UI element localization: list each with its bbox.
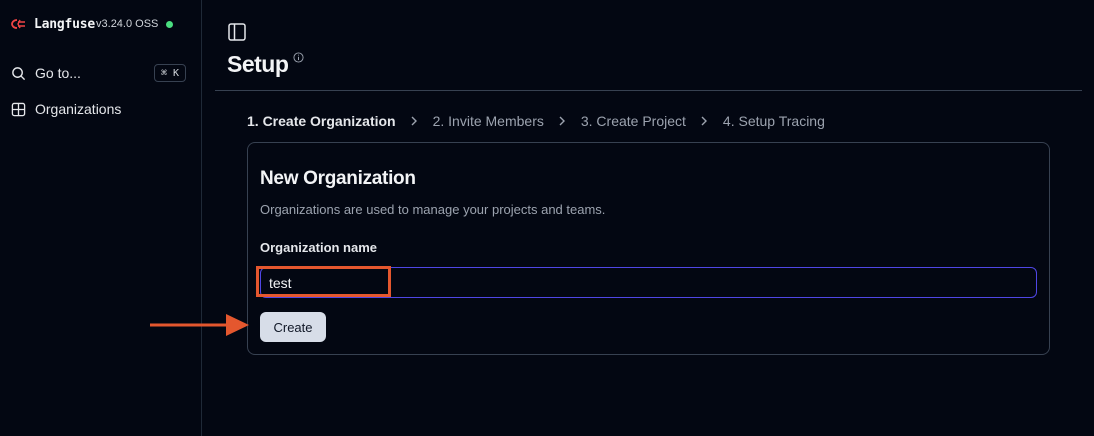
create-button[interactable]: Create: [260, 312, 326, 342]
page-title: Setup: [227, 51, 289, 77]
step-setup-tracing[interactable]: 4. Setup Tracing: [723, 113, 825, 129]
version-label: v3.24.0 OSS: [96, 18, 159, 30]
goto-search-button[interactable]: Go to...: [11, 65, 81, 81]
header-divider: [215, 90, 1082, 91]
card-title: New Organization: [260, 168, 416, 189]
info-icon[interactable]: [293, 52, 304, 63]
search-icon: [12, 66, 26, 80]
shortcut-badge: ⌘ K: [154, 64, 186, 82]
grid-icon: [11, 102, 26, 116]
sidebar: Langfuse v3.24.0 OSS Go to... ⌘ K Organi…: [0, 0, 202, 436]
goto-label: Go to...: [35, 65, 81, 81]
annotation-arrow-icon: [150, 314, 249, 336]
brand[interactable]: Langfuse v3.24.0 OSS: [11, 16, 174, 32]
card-description: Organizations are used to manage your pr…: [260, 202, 606, 217]
new-organization-card: New Organization Organizations are used …: [247, 142, 1050, 355]
panel-toggle-icon[interactable]: [228, 23, 246, 41]
status-dot-icon: [166, 20, 174, 28]
step-create-organization[interactable]: 1. Create Organization: [247, 113, 396, 129]
chevron-right-icon: [559, 116, 565, 126]
organization-name-input[interactable]: [260, 267, 1037, 298]
sidebar-item-organizations[interactable]: Organizations: [11, 101, 121, 117]
step-invite-members[interactable]: 2. Invite Members: [433, 113, 544, 129]
page-header: Setup: [227, 51, 304, 78]
setup-steps-breadcrumb: 1. Create Organization 2. Invite Members…: [247, 113, 825, 129]
langfuse-logo-icon: [11, 19, 25, 29]
chevron-right-icon: [701, 116, 707, 126]
step-create-project[interactable]: 3. Create Project: [581, 113, 686, 129]
chevron-right-icon: [411, 116, 417, 126]
organization-name-label: Organization name: [260, 240, 378, 255]
brand-name: Langfuse: [34, 16, 96, 32]
sidebar-item-label: Organizations: [35, 101, 122, 117]
main-content: Setup 1. Create Organization 2. Invite M…: [215, 0, 1082, 436]
